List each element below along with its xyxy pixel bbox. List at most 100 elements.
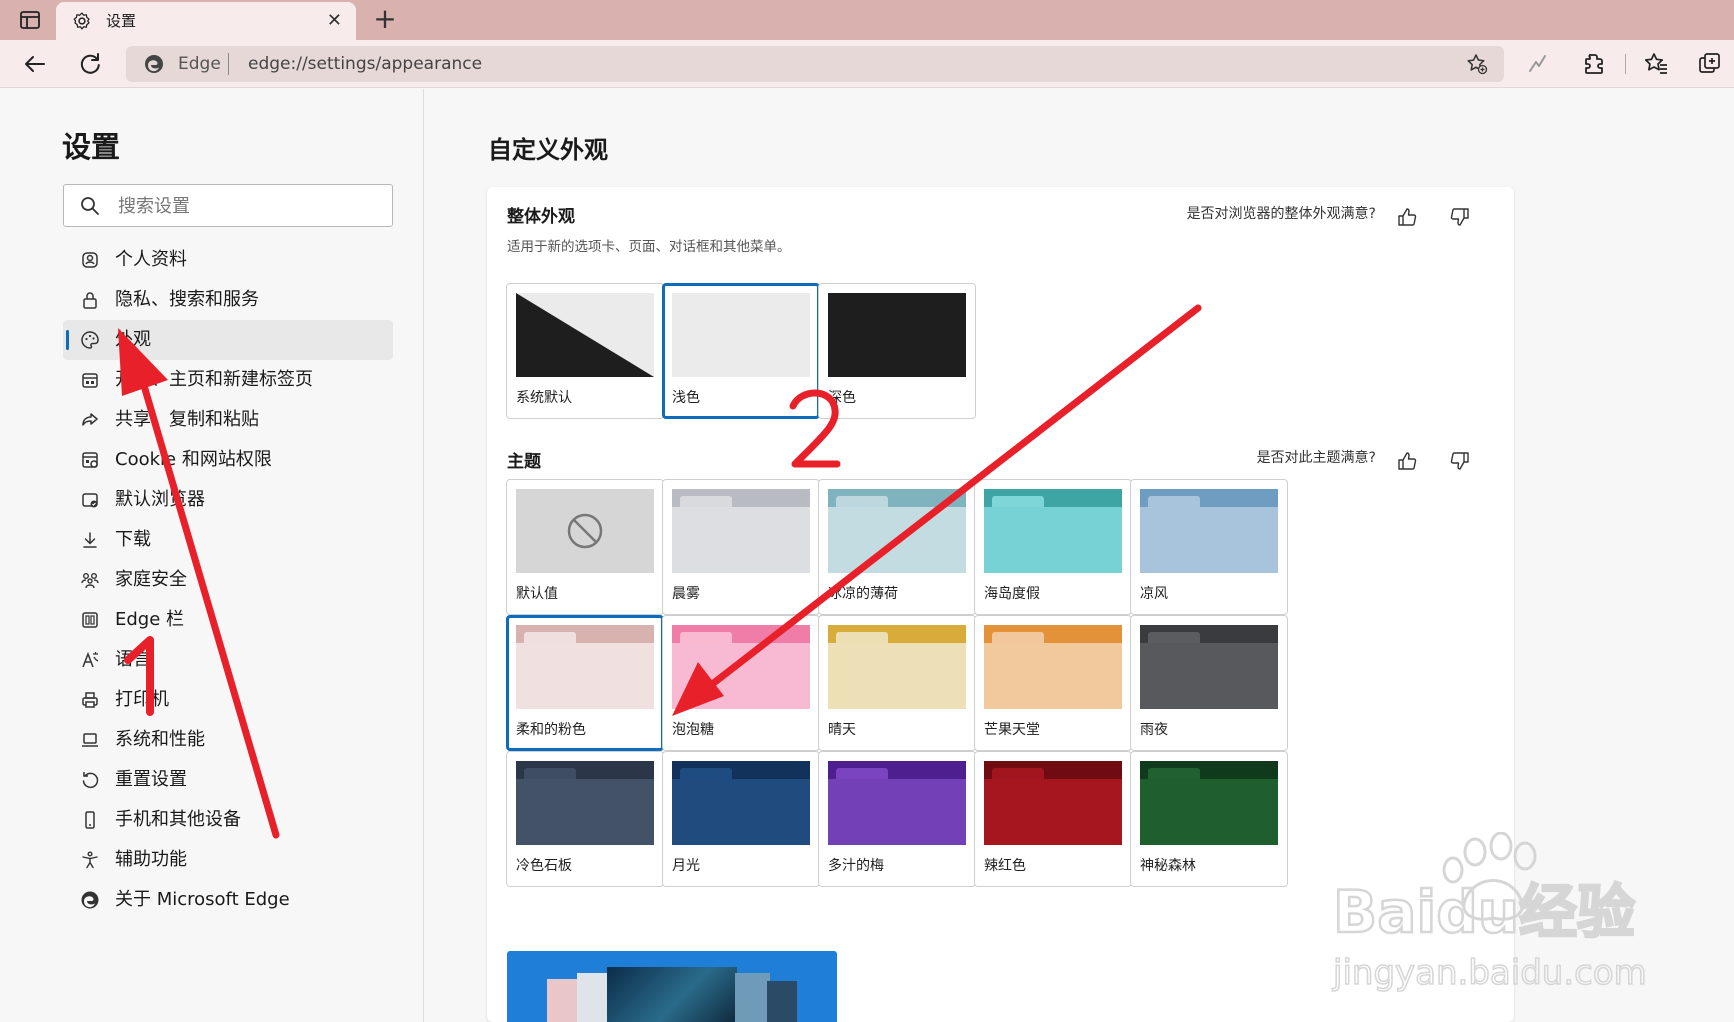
sidebar-item[interactable]: 打印机 (63, 680, 393, 720)
thumbs-up-icon[interactable] (1396, 450, 1418, 472)
option-label: 系统默认 (516, 390, 572, 406)
theme-option[interactable]: 雨夜 (1130, 615, 1288, 751)
theme-option[interactable]: 晨雾 (662, 479, 820, 615)
theme-option[interactable]: 月光 (662, 751, 820, 887)
theme-option[interactable]: 晴天 (818, 615, 976, 751)
appearance-option-light[interactable]: 浅色 (662, 283, 820, 419)
theme-preview (1140, 489, 1278, 573)
close-tab-icon[interactable]: ✕ (327, 11, 342, 31)
appearance-option-dark[interactable]: 深色 (818, 283, 976, 419)
navigation-toolbar: Edge edge://settings/appearance (0, 40, 1734, 88)
theme-option[interactable]: 凉风 (1130, 479, 1288, 615)
option-preview (516, 293, 654, 377)
sidebar-item-label: 手机和其他设备 (115, 809, 241, 830)
theme-option[interactable]: 柔和的粉色 (506, 615, 664, 751)
site-name: Edge (178, 54, 221, 74)
sidebar-title: 设置 (62, 130, 121, 164)
tab-bar: 设置 ✕ + (0, 0, 1734, 40)
sidebar-item[interactable]: 开始、主页和新建标签页 (63, 360, 393, 400)
sidebar-item[interactable]: 共享、复制和粘贴 (63, 400, 393, 440)
sidebar-item[interactable]: 系统和性能 (63, 720, 393, 760)
url-text[interactable]: edge://settings/appearance (248, 53, 482, 75)
share-icon (82, 413, 98, 426)
theme-label: 默认值 (516, 586, 558, 602)
theme-label: 多汁的梅 (828, 858, 884, 874)
sidebar-item[interactable]: 重置设置 (63, 760, 393, 800)
sidebar-item[interactable]: 家庭安全 (63, 560, 393, 600)
theme-label: 雨夜 (1140, 722, 1168, 738)
thumbs-up-icon[interactable] (1396, 206, 1418, 228)
add-favorite-icon[interactable] (1466, 53, 1488, 75)
toolbar-divider (1625, 54, 1626, 74)
search-input[interactable] (118, 193, 378, 219)
vertical-tabs-icon[interactable] (18, 8, 42, 32)
family-icon (81, 573, 99, 589)
download-icon (83, 532, 97, 548)
sidebar-item[interactable]: 辅助功能 (63, 840, 393, 880)
profile-icon (82, 252, 98, 268)
theme-preview (984, 489, 1122, 573)
sidebar-item[interactable]: 默认浏览器 (63, 480, 393, 520)
baidu-paw-logo: Baidu经验 jingyan.baidu.com (1331, 831, 1648, 994)
newtab-icon (82, 373, 98, 388)
thumbs-down-icon[interactable] (1449, 206, 1471, 228)
option-label: 浅色 (672, 390, 700, 406)
theme-option[interactable]: 默认值 (506, 479, 664, 615)
theme-preview-body (984, 779, 1122, 845)
sidebar-item[interactable]: 下载 (63, 520, 393, 560)
theme-label: 辣红色 (984, 858, 1026, 874)
favorites-icon[interactable] (1642, 50, 1670, 78)
edge-logo-icon (81, 891, 99, 909)
address-bar[interactable]: Edge edge://settings/appearance (126, 46, 1504, 82)
printer-icon (82, 692, 98, 708)
read-aloud-icon[interactable] (1524, 50, 1552, 78)
appearance-option-system[interactable]: 系统默认 (506, 283, 664, 419)
theme-option[interactable]: 辣红色 (974, 751, 1132, 887)
sidebar-item[interactable]: 语言 (63, 640, 393, 680)
theme-option[interactable]: 泡泡糖 (662, 615, 820, 751)
theme-option[interactable]: 海岛度假 (974, 479, 1132, 615)
sidebar-item-label: Cookie 和网站权限 (115, 449, 272, 470)
theme-option[interactable]: 冷色石板 (506, 751, 664, 887)
sidebar-item-label: 外观 (115, 329, 151, 350)
theme-preview (1140, 625, 1278, 709)
sidebar-item[interactable]: 隐私、搜索和服务 (63, 280, 393, 320)
dark-preview (828, 293, 966, 377)
sidebar-item[interactable]: Cookie 和网站权限 (63, 440, 393, 480)
theme-option[interactable]: 冰凉的薄荷 (818, 479, 976, 615)
sidebar-item[interactable]: 关于 Microsoft Edge (63, 880, 393, 920)
sidebar-item[interactable]: 外观 (63, 320, 393, 360)
sidebar-item-label: Edge 栏 (115, 609, 185, 630)
extensions-icon[interactable] (1580, 50, 1608, 78)
theme-preview-body (828, 507, 966, 573)
phone-icon (85, 811, 95, 829)
theme-label: 月光 (672, 858, 700, 874)
back-arrow-icon[interactable] (21, 50, 49, 78)
theme-title: 主题 (507, 452, 541, 472)
search-icon (81, 197, 99, 215)
sidebar-item[interactable]: 个人资料 (63, 240, 393, 280)
overall-appearance-desc: 适用于新的选项卡、页面、对话框和其他菜单。 (507, 239, 791, 255)
sidebar-item-label: 重置设置 (115, 769, 187, 790)
theme-option[interactable]: 多汁的梅 (818, 751, 976, 887)
search-box[interactable] (63, 184, 393, 227)
theme-preview (1140, 761, 1278, 845)
theme-preview-body (672, 779, 810, 845)
tab-settings[interactable]: 设置 ✕ (56, 2, 356, 40)
new-tab-button[interactable]: + (370, 4, 400, 34)
theme-preview-body (1140, 779, 1278, 845)
theme-option[interactable]: 神秘森林 (1130, 751, 1288, 887)
thumbs-down-icon[interactable] (1449, 450, 1471, 472)
more-themes-banner[interactable] (507, 951, 837, 1022)
address-separator (228, 53, 229, 75)
sidebar-item[interactable]: Edge 栏 (63, 600, 393, 640)
theme-preview (672, 489, 810, 573)
theme-option[interactable]: 芒果天堂 (974, 615, 1132, 751)
theme-preview (828, 761, 966, 845)
sidebar-item-label: 辅助功能 (115, 849, 187, 870)
refresh-icon[interactable] (76, 50, 104, 78)
sidebar-item[interactable]: 手机和其他设备 (63, 800, 393, 840)
banner-image (735, 973, 770, 1022)
palette-icon (81, 331, 99, 349)
collections-icon[interactable] (1696, 50, 1724, 78)
